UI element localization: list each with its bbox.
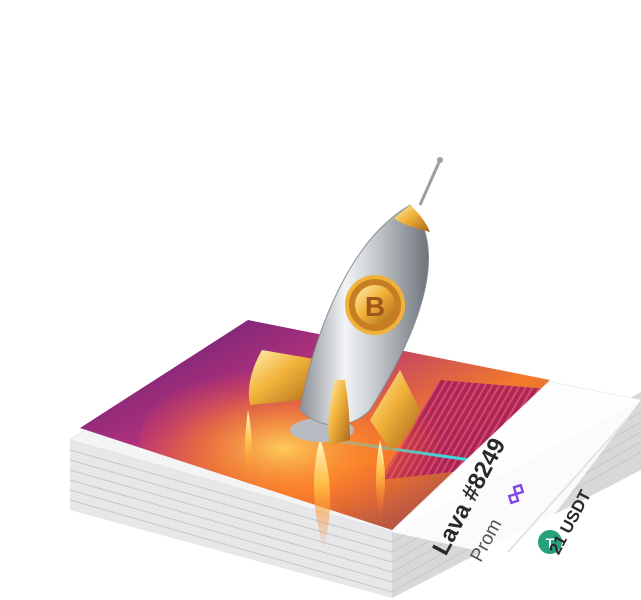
svg-text:B: B	[365, 291, 385, 322]
nft-card-illustration: T B	[68, 157, 641, 598]
bitcoin-icon: B	[355, 285, 395, 325]
